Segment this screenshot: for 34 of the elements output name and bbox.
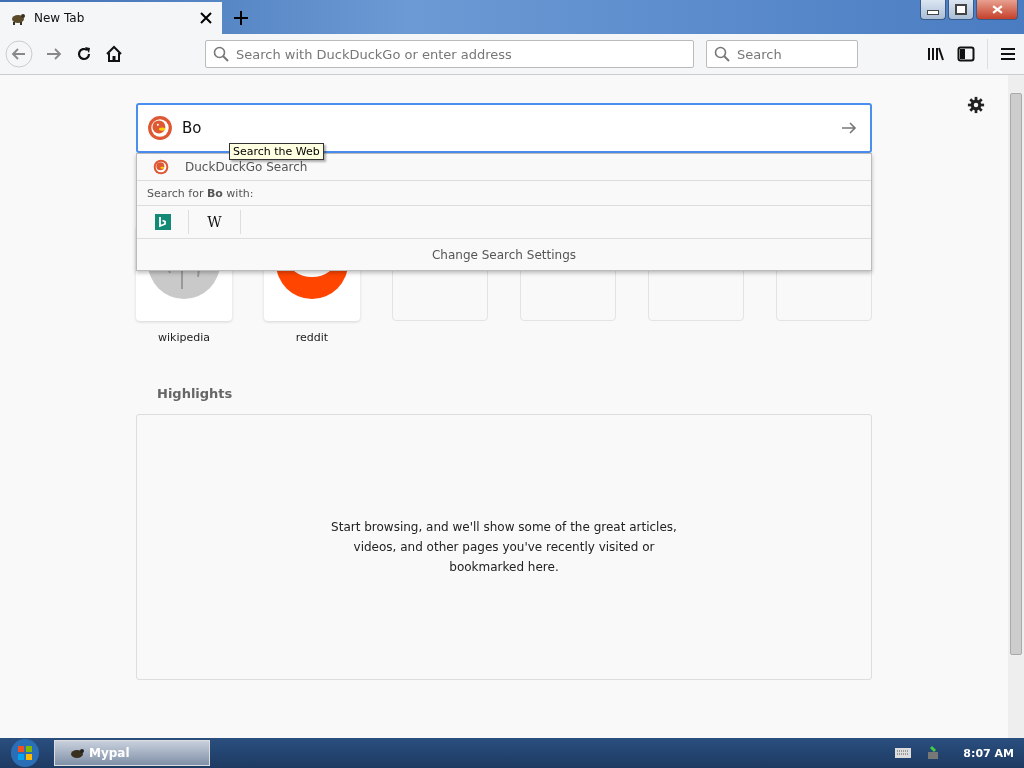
browser-tab[interactable]: New Tab: [0, 2, 222, 34]
bing-logo-icon: [154, 214, 171, 230]
close-icon[interactable]: [200, 12, 212, 24]
clock[interactable]: 8:07 AM: [963, 746, 1014, 760]
library-icon[interactable]: [927, 46, 945, 62]
duck-logo-icon: [153, 159, 169, 175]
duck-logo-icon: [147, 115, 173, 141]
plus-icon[interactable]: [234, 11, 248, 25]
search-icon: [213, 46, 229, 62]
search-engine-button[interactable]: W: [189, 210, 241, 234]
start-button[interactable]: [10, 738, 40, 768]
tooltip: Search the Web: [229, 143, 324, 160]
site-label[interactable]: wikipedia: [158, 331, 210, 344]
search-icon: [714, 46, 730, 62]
section-heading: Highlights: [157, 386, 234, 401]
search-for-label: Search for Bo with:: [147, 186, 254, 200]
close-window-button[interactable]: [976, 0, 1018, 20]
close-icon: [991, 5, 1003, 14]
empty-message: Start browsing, and we'll show some of the great articles, videos, and other pages you've recently visited or bookmarked here.: [330, 519, 678, 576]
back-icon[interactable]: [5, 40, 33, 68]
address-field[interactable]: Search with DuckDuckGo or enter address: [205, 40, 694, 68]
sidebar-icon[interactable]: [957, 46, 975, 62]
keyboard-icon[interactable]: [895, 748, 912, 758]
restore-button[interactable]: [948, 0, 974, 20]
minimize-button[interactable]: [920, 0, 946, 20]
change-settings-button[interactable]: Change Search Settings: [137, 239, 871, 270]
scrollbar[interactable]: [1008, 75, 1024, 738]
home-icon[interactable]: [105, 45, 123, 63]
search-field[interactable]: Search: [706, 40, 858, 68]
reload-icon[interactable]: [75, 45, 93, 63]
menu-icon[interactable]: [1000, 47, 1016, 61]
suggestion-item[interactable]: DuckDuckGo Search: [137, 154, 871, 181]
settings-icon[interactable]: [967, 96, 985, 114]
site-label[interactable]: reddit: [295, 331, 329, 344]
